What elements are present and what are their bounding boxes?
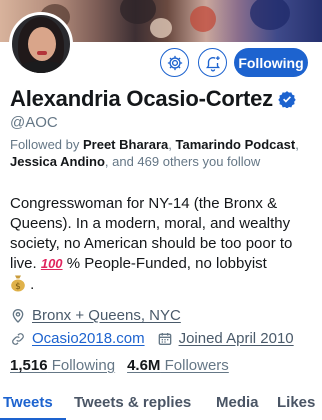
avatar-body: [16, 61, 68, 73]
svg-text:$: $: [15, 282, 21, 292]
bell-plus-icon: [205, 55, 220, 71]
banner-shape: [190, 6, 216, 32]
profile-name: Alexandria Ocasio-Cortez: [10, 86, 273, 111]
profile-handle: @AOC: [10, 114, 58, 131]
calendar-icon: [158, 332, 171, 345]
profile-bio: Congresswoman for NY-14 (the Bronx & Que…: [10, 194, 314, 295]
follow-stats: 1,516 Following 4.6M Followers: [10, 357, 241, 374]
joined-text: Joined April 2010: [178, 330, 294, 347]
banner-shape: [150, 18, 172, 38]
followed-by-text[interactable]: Followed by Preet Bharara, Tamarindo Pod…: [10, 136, 310, 170]
following-count-link[interactable]: 1,516 Following: [10, 357, 115, 374]
following-button[interactable]: Following: [234, 48, 308, 77]
bio-end: .: [26, 276, 35, 293]
website-link[interactable]: Ocasio2018.com: [32, 330, 145, 347]
following-label: Following: [47, 357, 116, 374]
joined-date: Joined April 2010: [157, 330, 294, 347]
location-pin-icon: [12, 308, 24, 323]
avatar-lips: [37, 51, 47, 55]
follower-name: Tamarindo Podcast: [175, 137, 296, 152]
avatar-face: [28, 27, 56, 61]
profile-page: Following Alexandria Ocasio-Cortez @AOC …: [0, 0, 322, 420]
profile-tabs: Tweets Tweets & replies Media Likes: [0, 388, 322, 420]
location-row: Bronx + Queens, NYC: [10, 307, 181, 324]
profile-avatar[interactable]: [9, 12, 73, 76]
verified-badge-icon: [278, 91, 296, 108]
hundred-points-emoji: 100: [40, 256, 63, 271]
followed-by-separator: ,: [168, 137, 176, 152]
tab-likes[interactable]: Likes: [277, 388, 315, 411]
location-text: Bronx + Queens, NYC: [32, 307, 181, 324]
gear-icon: [167, 55, 182, 70]
followed-by-suffix: , and 469 others you follow: [104, 154, 261, 169]
tab-tweets-replies[interactable]: Tweets & replies: [74, 388, 191, 411]
link-icon: [12, 332, 24, 345]
followers-count-link[interactable]: 4.6M Followers: [127, 357, 229, 374]
banner-shape: [120, 0, 156, 24]
followed-by-separator: ,: [295, 137, 299, 152]
banner-shape: [250, 0, 290, 30]
follower-name: Jessica Andino: [10, 154, 105, 169]
website-joined-row: Ocasio2018.com Joined April 2010: [10, 330, 294, 347]
followers-label: Followers: [160, 357, 229, 374]
settings-button[interactable]: [160, 48, 189, 77]
name-row: Alexandria Ocasio-Cortez: [10, 86, 296, 112]
follower-name: Preet Bharara: [82, 137, 169, 152]
following-count: 1,516: [10, 357, 48, 374]
bio-tail: % People-Funded, no lobbyist: [62, 255, 267, 272]
tab-media[interactable]: Media: [216, 388, 259, 411]
money-bag-emoji-icon: $: [10, 274, 26, 292]
followers-count: 4.6M: [127, 357, 161, 374]
followed-by-prefix: Followed by: [10, 137, 83, 152]
notifications-button[interactable]: [198, 48, 227, 77]
tab-tweets[interactable]: Tweets: [3, 388, 53, 411]
